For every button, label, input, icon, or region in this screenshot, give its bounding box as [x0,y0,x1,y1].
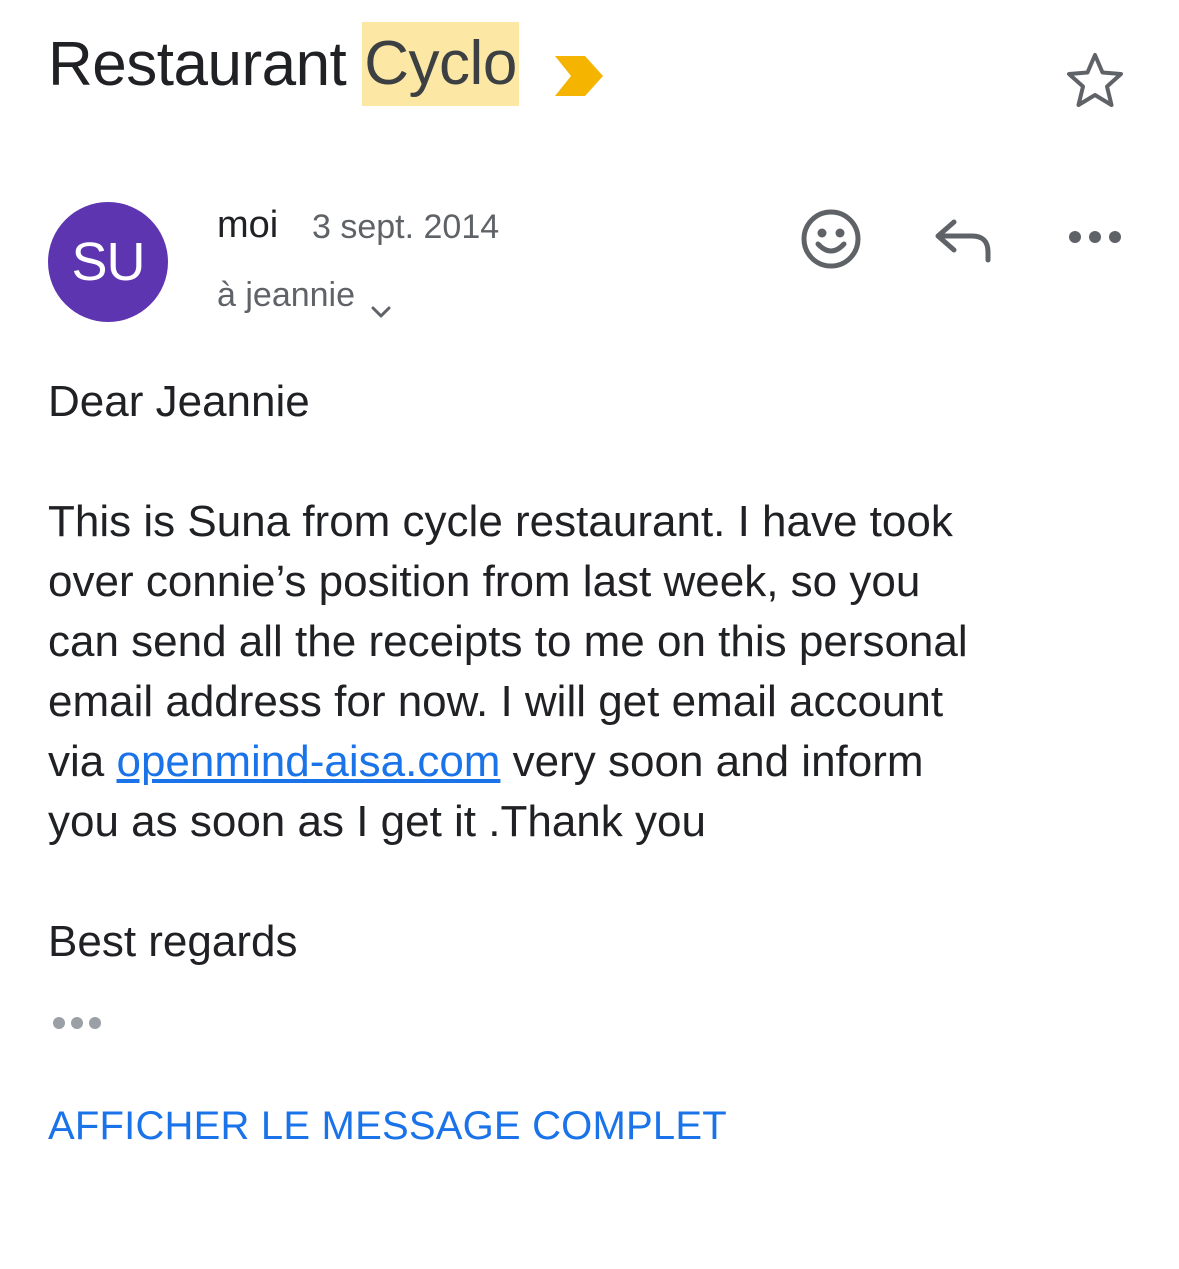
more-horizontal-icon[interactable] [1066,222,1124,252]
subject-highlight: Cyclo [362,22,519,106]
recipient-details-toggle[interactable]: à jeannie [217,276,391,317]
sender-name[interactable]: moi [217,204,278,247]
subject-prefix: Restaurant [48,29,347,99]
chevron-down-icon [371,289,391,317]
important-marker-icon[interactable] [553,42,605,96]
body-line: you as soon as I get it .Thank you [48,797,706,846]
message-date: 3 sept. 2014 [312,208,500,246]
avatar[interactable]: SU [48,202,168,322]
website-link[interactable]: openmind-aisa.com [116,737,500,786]
message-greeting: Dear Jeannie [48,377,310,426]
body-line-with-link: via openmind-aisa.com very soon and info… [48,732,968,792]
message-signoff: Best regards [48,917,298,966]
trimmed-content-icon[interactable] [50,1012,106,1034]
body-line: over connie’s position from last week, s… [48,557,921,606]
email-subject: Restaurant Cyclo [48,22,605,106]
show-full-message-link[interactable]: AFFICHER LE MESSAGE COMPLET [48,1104,727,1149]
body-text-segment: very soon and inform [500,737,924,786]
email-view: Restaurant Cyclo SU moi 3 sept. 2014 à j… [0,0,1179,1269]
emoji-reaction-icon[interactable] [798,206,864,272]
body-line: email address for now. I will get email … [48,677,944,726]
reply-icon[interactable] [932,216,994,264]
recipient-label: à jeannie [217,276,356,314]
body-line: can send all the receipts to me on this … [48,617,968,666]
body-text-segment: via [48,737,117,786]
body-line: This is Suna from cycle restaurant. I ha… [48,497,953,546]
star-outline-icon[interactable] [1064,50,1126,110]
message-body: This is Suna from cycle restaurant. I ha… [48,492,968,852]
